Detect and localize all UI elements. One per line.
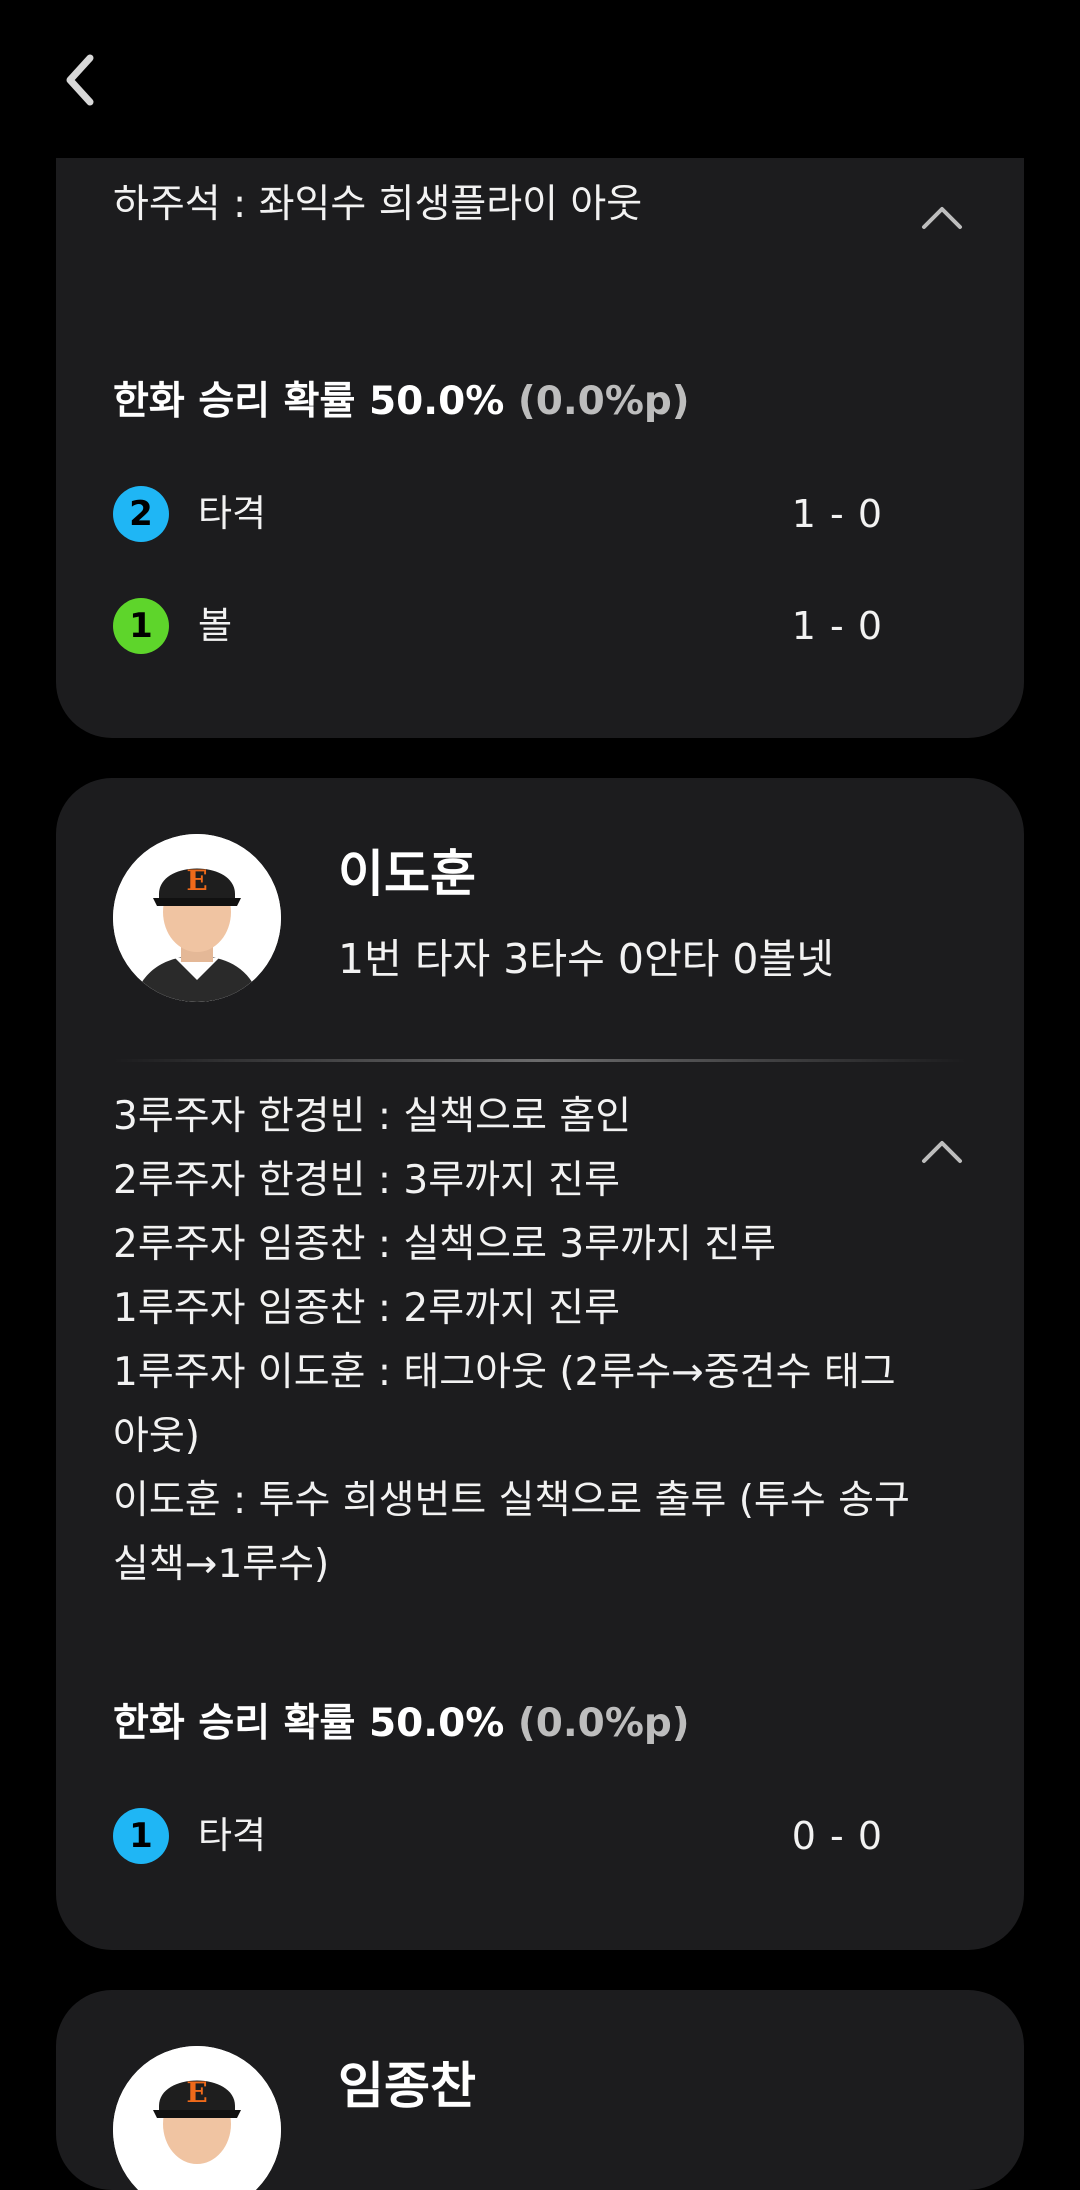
- pitch-count: 1 - 0: [791, 604, 883, 648]
- play-card: 3루주자 임종찬 : 홈인 하주석 : 좌익수 희생플라이 아웃 한화 승리 확…: [56, 120, 1024, 738]
- win-probability-label: 한화 승리 확률 50.0%: [113, 1701, 505, 1746]
- player-name: 이도훈: [338, 845, 476, 903]
- top-bar: [0, 0, 1080, 158]
- play-log-line: 2루주자 임종찬 : 실책으로 3루까지 진루: [113, 1222, 776, 1267]
- pitch-number-badge: 2: [113, 486, 169, 542]
- win-probability: 한화 승리 확률 50.0% (0.0%p): [113, 1692, 690, 1748]
- pitch-result: 타격: [198, 492, 267, 535]
- chevron-left-icon: [66, 54, 94, 106]
- play-log-line: 이도훈 : 투수 희생번트 실책으로 출루 (투수 송구 실책→1루수): [113, 1478, 910, 1587]
- player-avatar: E: [113, 2046, 281, 2190]
- pitch-count: 1 - 0: [791, 492, 883, 536]
- player-avatar: E: [113, 834, 281, 1002]
- svg-text:E: E: [186, 864, 207, 897]
- pitch-result: 볼: [198, 604, 233, 647]
- pitch-number-badge: 1: [113, 1808, 169, 1864]
- pitch-row: 2 타격 1 - 0: [113, 486, 913, 542]
- divider: [113, 1059, 967, 1062]
- play-log-line: 하주석 : 좌익수 희생플라이 아웃: [113, 182, 643, 227]
- win-probability-delta: (0.0%p): [517, 379, 690, 424]
- play-log-line: 1루주자 임종찬 : 2루까지 진루: [113, 1286, 621, 1331]
- player-photo: E: [113, 2046, 281, 2190]
- win-probability: 한화 승리 확률 50.0% (0.0%p): [113, 370, 690, 426]
- pitch-count: 0 - 0: [791, 1814, 883, 1858]
- at-bat-card: E 이도훈 1번 타자 3타수 0안타 0볼넷 3루주자 한경빈 : 실책으로 …: [56, 778, 1024, 1950]
- pitch-result: 타격: [198, 1814, 267, 1857]
- chevron-up-icon[interactable]: [920, 1136, 964, 1166]
- win-probability-delta: (0.0%p): [517, 1701, 690, 1746]
- play-log-line: 1루주자 이도훈 : 태그아웃 (2루수→중견수 태그아웃): [113, 1350, 896, 1459]
- pitch-number-badge: 1: [113, 598, 169, 654]
- svg-text:E: E: [186, 2076, 207, 2109]
- at-bat-card: E 임종찬: [56, 1990, 1024, 2190]
- play-log-line: 3루주자 한경빈 : 실책으로 홈인: [113, 1094, 632, 1139]
- back-button[interactable]: [58, 52, 102, 108]
- pitch-row: 1 타격 0 - 0: [113, 1808, 913, 1864]
- player-photo: E: [113, 834, 281, 1002]
- player-name: 임종찬: [338, 2057, 476, 2115]
- pitch-row: 1 볼 1 - 0: [113, 598, 913, 654]
- play-log: 3루주자 한경빈 : 실책으로 홈인 2루주자 한경빈 : 3루까지 진루 2루…: [113, 1085, 913, 1597]
- win-probability-label: 한화 승리 확률 50.0%: [113, 379, 505, 424]
- play-log-line: 2루주자 한경빈 : 3루까지 진루: [113, 1158, 621, 1203]
- player-stats: 1번 타자 3타수 0안타 0볼넷: [338, 935, 834, 983]
- chevron-up-icon[interactable]: [920, 202, 964, 232]
